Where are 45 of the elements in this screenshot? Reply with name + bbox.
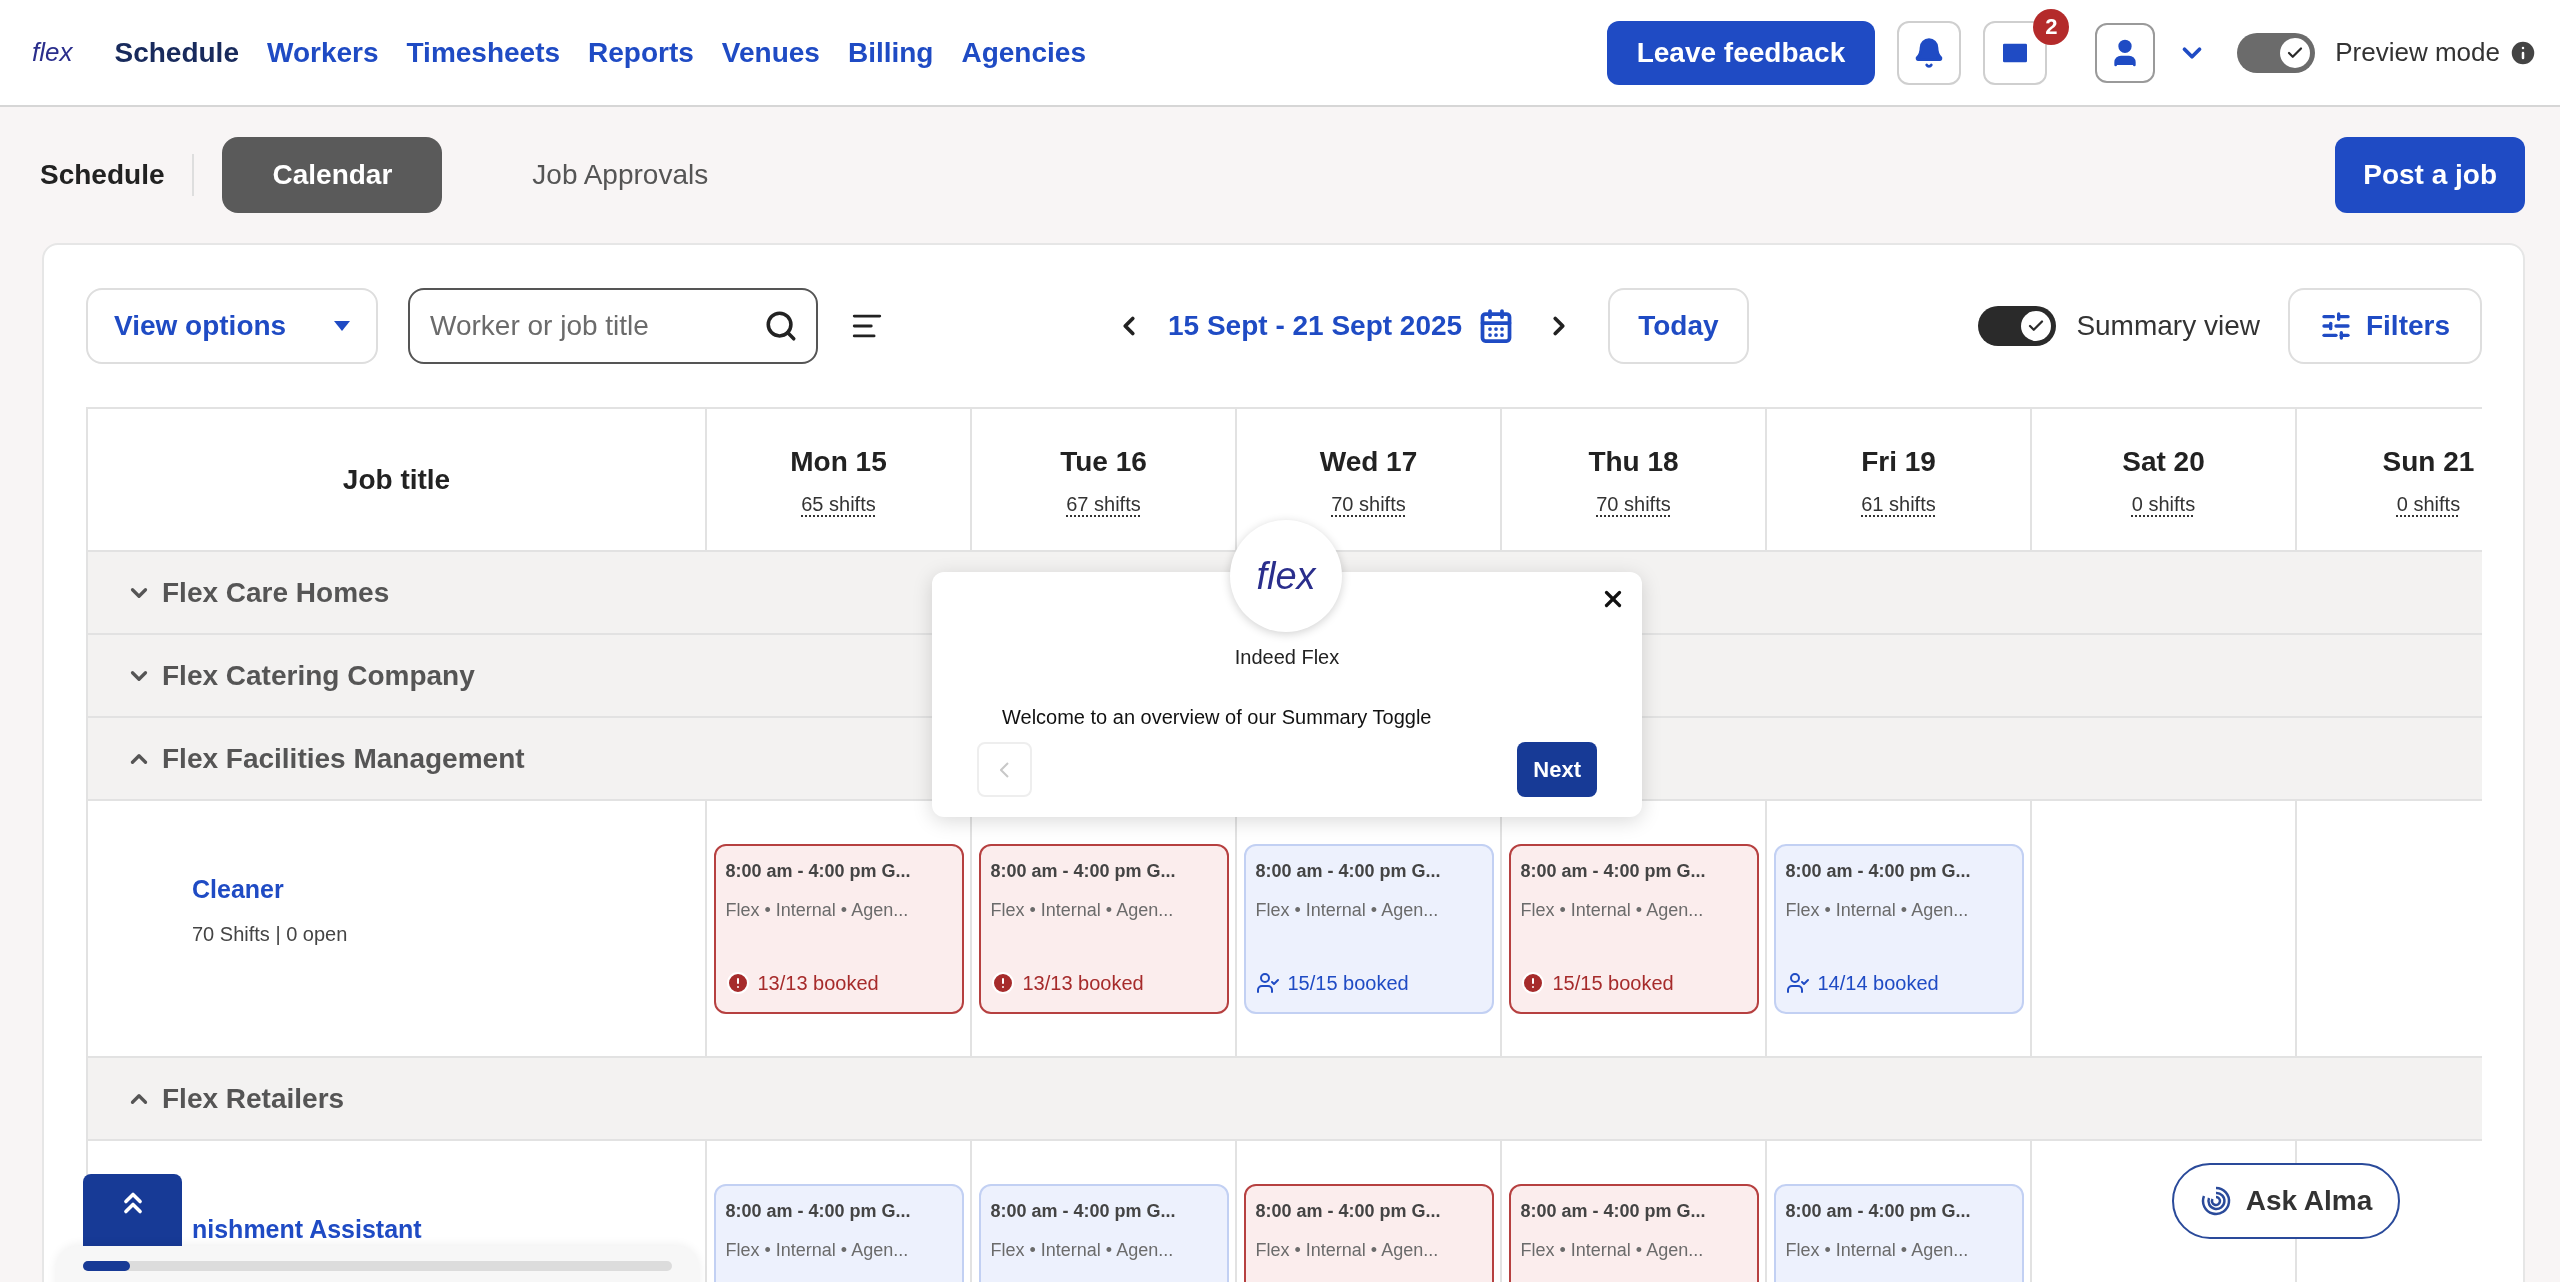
day-header: Mon 15 bbox=[790, 445, 887, 479]
group-name: Flex Facilities Management bbox=[162, 741, 525, 776]
shift-details: Flex • Internal • Agen... bbox=[725, 898, 910, 922]
column-header: Job title bbox=[342, 462, 451, 497]
shift-time: 8:00 am - 4:00 pm G... bbox=[990, 1199, 1177, 1223]
shift-details: Flex • Internal • Agen... bbox=[990, 1238, 1175, 1262]
shift-time: 8:00 am - 4:00 pm G... bbox=[1520, 1199, 1707, 1223]
booked-count: 13/13 booked bbox=[1022, 970, 1144, 996]
logo: flex bbox=[1256, 553, 1316, 599]
summary-view-label: Summary view bbox=[2076, 309, 2260, 343]
notification-badge: 2 bbox=[2033, 8, 2070, 45]
shift-time: 8:00 am - 4:00 pm G... bbox=[990, 859, 1177, 883]
group-name: Flex Care Homes bbox=[162, 575, 390, 610]
group-name: Flex Catering Company bbox=[162, 658, 475, 693]
day-header: Sat 20 bbox=[2122, 445, 2205, 479]
preview-mode-label: Preview mode bbox=[2335, 36, 2500, 69]
shift-details: Flex • Internal • Agen... bbox=[1520, 1238, 1705, 1262]
day-header: Tue 16 bbox=[1060, 445, 1147, 479]
shift-time: 8:00 am - 4:00 pm G... bbox=[1255, 1199, 1442, 1223]
shift-time: 8:00 am - 4:00 pm G... bbox=[725, 859, 912, 883]
shift-time: 8:00 am - 4:00 pm G... bbox=[1520, 859, 1707, 883]
booked-count: 15/15 booked bbox=[1552, 970, 1674, 996]
page-title: Schedule bbox=[40, 154, 195, 196]
group-name: Flex Retailers bbox=[162, 1081, 345, 1116]
day-header: Thu 18 bbox=[1588, 445, 1679, 479]
shift-time: 8:00 am - 4:00 pm G... bbox=[1255, 859, 1442, 883]
shift-details: Flex • Internal • Agen... bbox=[1785, 898, 1970, 922]
job-summary: 70 Shifts | 0 open bbox=[192, 921, 349, 947]
booked-count: 13/13 booked bbox=[757, 970, 879, 996]
day-header: Sun 21 bbox=[2382, 445, 2475, 479]
shift-details: Flex • Internal • Agen... bbox=[1255, 1238, 1440, 1262]
shift-details: Flex • Internal • Agen... bbox=[1520, 898, 1705, 922]
booked-count: 14/14 booked bbox=[1817, 970, 1939, 996]
day-header: Fri 19 bbox=[1861, 445, 1936, 479]
day-header: Wed 17 bbox=[1319, 445, 1418, 479]
shift-details: Flex • Internal • Agen... bbox=[1785, 1238, 1970, 1262]
brand-name: Indeed Flex bbox=[1234, 645, 1340, 670]
shift-time: 8:00 am - 4:00 pm G... bbox=[1785, 859, 1972, 883]
shift-time: 8:00 am - 4:00 pm G... bbox=[725, 1199, 912, 1223]
welcome-message: Welcome to an overview of our Summary Toggle bbox=[1002, 705, 1432, 730]
shift-time: 8:00 am - 4:00 pm G... bbox=[1785, 1199, 1972, 1223]
booked-count: 15/15 booked bbox=[1287, 970, 1409, 996]
shift-details: Flex • Internal • Agen... bbox=[990, 898, 1175, 922]
shift-details: Flex • Internal • Agen... bbox=[725, 1238, 910, 1262]
shift-details: Flex • Internal • Agen... bbox=[1255, 898, 1440, 922]
